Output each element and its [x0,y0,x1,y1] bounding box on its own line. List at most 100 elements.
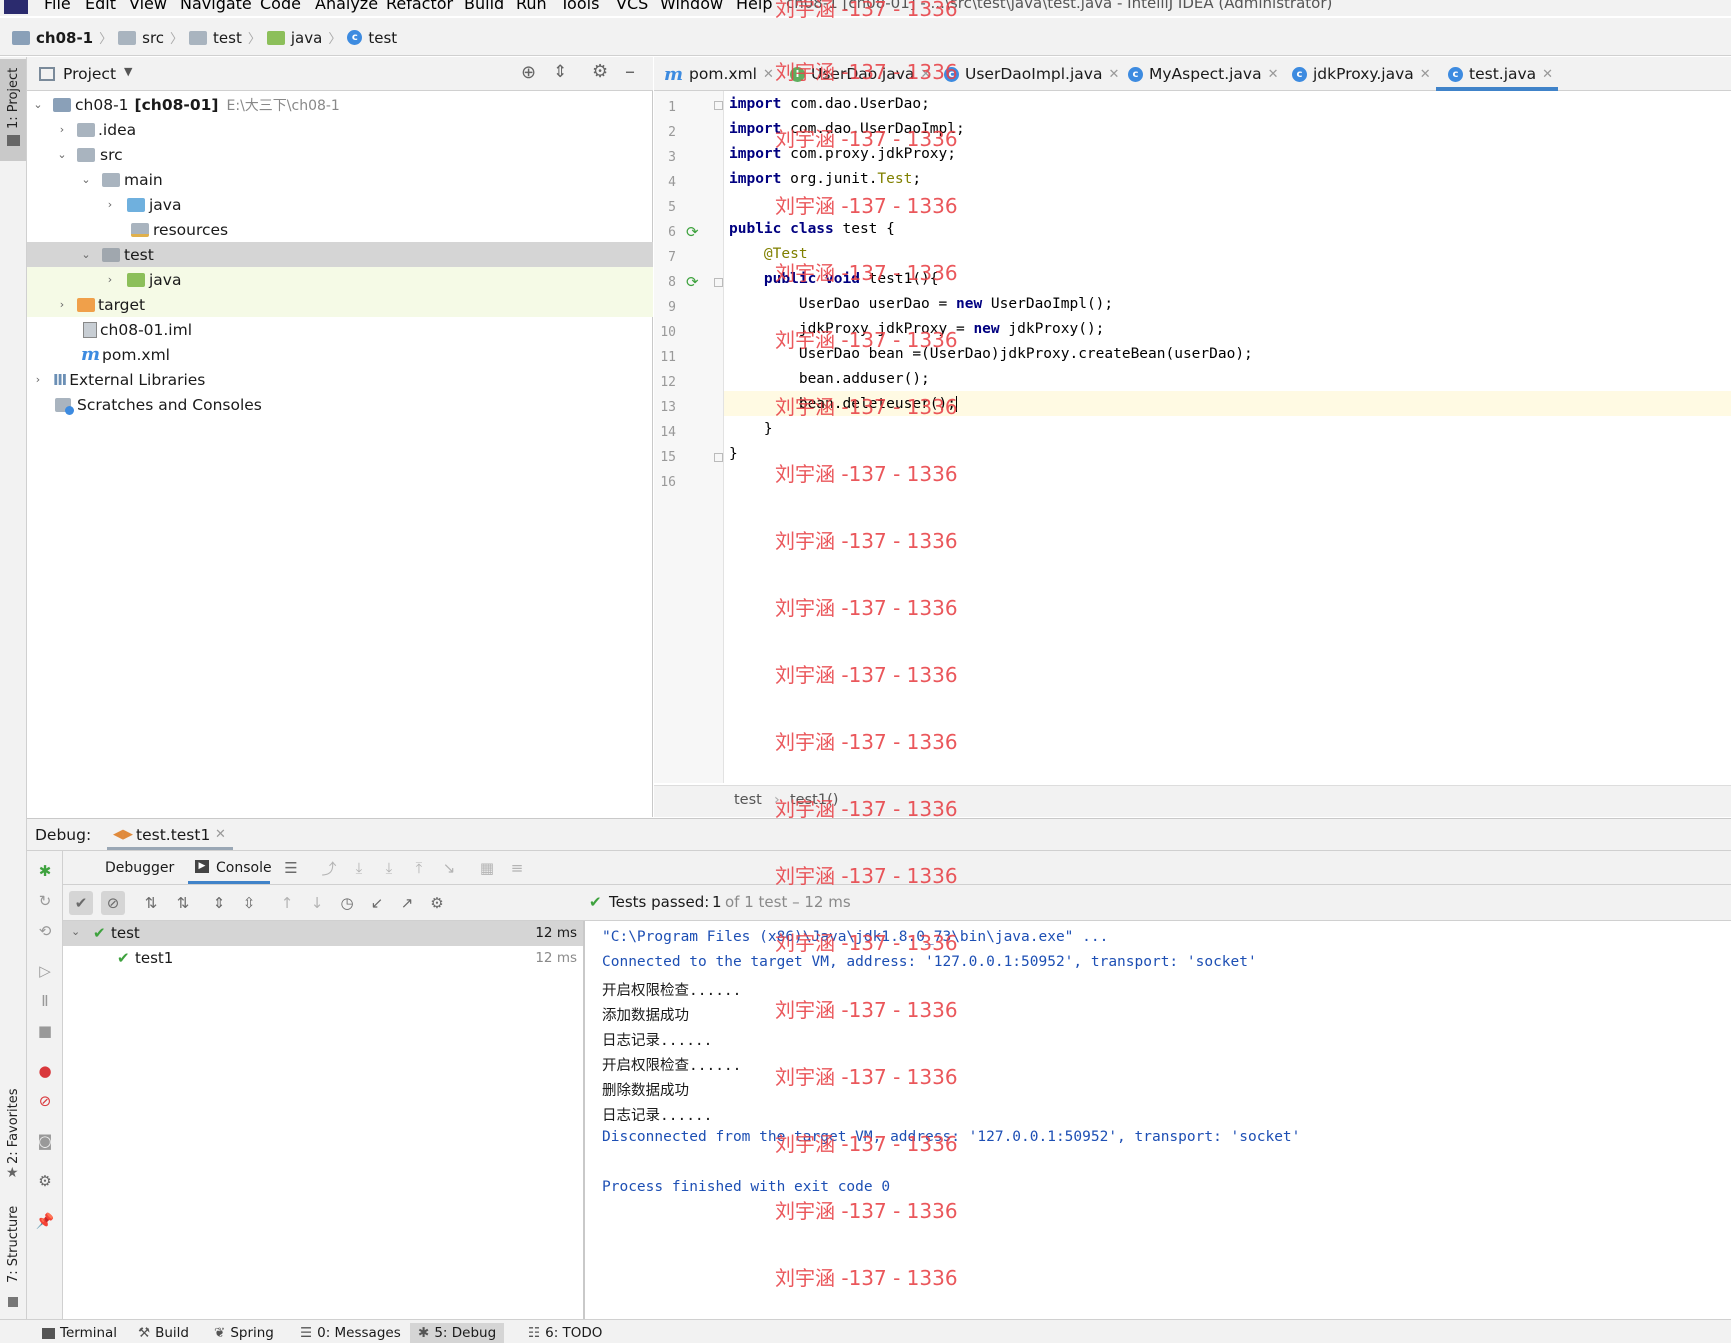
close-icon[interactable]: ✕ [763,67,774,82]
project-view-selector[interactable]: Project [63,65,116,83]
collapse-all-icon[interactable]: ⇕ [553,62,567,82]
favorites-tool-label[interactable]: 2: Favorites [6,1088,21,1164]
tab-userdao[interactable]: I UserDao.java ✕ [790,63,931,85]
breadcrumb-java[interactable]: java [291,29,322,47]
chevron-right-icon[interactable]: › [55,123,69,137]
mute-breakpoints-icon[interactable]: ⊘ [33,1089,57,1113]
code-line-14[interactable]: } [729,421,773,437]
pause-icon[interactable]: Ⅱ [33,989,57,1013]
breadcrumb-src[interactable]: src [142,29,164,47]
code-line-7[interactable]: @Test [729,246,808,262]
minimize-icon[interactable]: – [625,59,635,83]
chevron-right-icon[interactable]: › [103,198,117,212]
sort-duration-icon[interactable]: ⇅ [171,891,195,915]
code-line-15[interactable]: } [729,446,738,462]
step-into-icon[interactable]: ⤓ [377,856,401,880]
tree-item-resources[interactable]: resources [27,217,653,242]
code-line-12[interactable]: bean.adduser(); [729,371,930,387]
code-line-1[interactable]: import com.dao.UserDao; [729,96,930,112]
tab-userdaoimpl[interactable]: c UserDaoImpl.java ✕ [944,63,1119,85]
view-breakpoints-icon[interactable]: ● [33,1059,57,1083]
previous-failed-icon[interactable]: ↑ [275,891,299,915]
tree-item-main-java[interactable]: › java [27,192,653,217]
menu-run[interactable]: Run [516,0,547,13]
code-line-10[interactable]: jdkProxy jdkProxy = new jdkProxy(); [729,321,1105,337]
chevron-right-icon[interactable]: › [31,373,45,387]
code-line-3[interactable]: import com.proxy.jdkProxy; [729,146,956,162]
export-tests-icon[interactable]: ↗ [395,891,419,915]
tree-item-iml[interactable]: ch08-01.iml [27,317,653,342]
fold-icon[interactable] [714,101,723,110]
run-test-icon[interactable]: ⟳ [686,273,699,291]
tree-item-target[interactable]: › target [27,292,653,317]
close-icon[interactable]: ✕ [1542,67,1553,82]
close-icon[interactable]: ✕ [1108,67,1119,82]
gear-icon[interactable]: ⚙ [592,61,608,82]
console-output[interactable]: "C:\Program Files (x86)\Java\jdk1.8.0_73… [587,921,1731,1320]
tab-test-java[interactable]: c test.java ✕ [1448,63,1553,85]
collapse-all-icon[interactable]: ⇳ [237,891,261,915]
menu-refactor[interactable]: Refactor [386,0,453,13]
tab-debugger[interactable]: Debugger [105,860,174,876]
run-test-icon[interactable]: ⟳ [686,223,699,241]
test-row-test1[interactable]: ✔ test1 12 ms [63,946,583,971]
pin-icon[interactable]: 📌 [33,1209,57,1233]
menu-build[interactable]: Build [464,0,504,13]
menu-window[interactable]: Window [660,0,723,13]
rerun-icon[interactable]: ↻ [33,889,57,913]
build-tool-button[interactable]: ⚒ Build [130,1323,197,1343]
structure-tool-label[interactable]: 7: Structure [6,1206,21,1283]
step-over-icon[interactable]: ⤓ [347,856,371,880]
evaluate-icon[interactable]: ▦ [475,856,499,880]
menu-help[interactable]: Help [736,0,772,13]
test-row-test[interactable]: ⌄ ✔ test 12 ms [63,921,583,946]
restore-layout-icon[interactable]: ⟲ [33,919,57,943]
close-icon[interactable]: ✕ [1420,67,1431,82]
tab-pom-xml[interactable]: m pom.xml ✕ [664,63,774,85]
history-icon[interactable]: ◷ [335,891,359,915]
chevron-down-icon[interactable]: ⌄ [79,248,93,262]
tree-item-pom[interactable]: m pom.xml [27,342,653,367]
menu-icon[interactable]: ☰ [279,856,303,880]
menu-analyze[interactable]: Analyze [315,0,378,13]
show-ignored-toggle-icon[interactable]: ⊘ [101,891,125,915]
footer-class-crumb[interactable]: test [734,792,762,808]
menu-navigate[interactable]: Navigate [180,0,252,13]
tree-item-external-libraries[interactable]: › Ⅲ External Libraries [27,367,653,392]
code-line-2[interactable]: import com.dao.UserDaoImpl; [729,121,965,137]
tree-item-idea[interactable]: › .idea [27,117,653,142]
menu-tools[interactable]: Tools [560,0,599,13]
menu-view[interactable]: View [129,0,167,13]
project-tool-label[interactable]: 1: Project [6,68,21,129]
code-line-9[interactable]: UserDao userDao = new UserDaoImpl(); [729,296,1113,312]
camera-icon[interactable]: ◙ [33,1129,57,1153]
spring-tool-button[interactable]: ❦ Spring [206,1323,282,1343]
chevron-down-icon[interactable]: ⌄ [71,925,80,938]
tree-item-scratches[interactable]: Scratches and Consoles [27,392,653,417]
menu-vcs[interactable]: VCS [616,0,648,13]
tab-myaspect[interactable]: c MyAspect.java ✕ [1128,63,1279,85]
tree-item-src[interactable]: ⌄ src [27,142,653,167]
messages-tool-button[interactable]: ☰ 0: Messages [292,1323,409,1343]
stop-icon[interactable]: ■ [33,1019,57,1043]
code-line-6[interactable]: public class test { [729,221,895,237]
code-line-13[interactable]: bean.deleteuser(); [729,396,966,412]
tree-item-main[interactable]: ⌄ main [27,167,653,192]
expand-all-icon[interactable]: ⇕ [207,891,231,915]
footer-method-crumb[interactable]: test1() [790,792,838,808]
chevron-right-icon[interactable]: › [103,273,117,287]
tree-item-test[interactable]: ⌄ test [27,242,653,267]
tree-item-test-java[interactable]: › java [27,267,653,292]
debug-tool-button[interactable]: ✱ 5: Debug [410,1323,505,1343]
fold-icon[interactable] [714,278,723,287]
settings-icon[interactable]: ⚙ [33,1169,57,1193]
show-execution-point-icon[interactable]: ⤴ [317,856,341,880]
close-icon[interactable]: ✕ [215,827,226,842]
import-tests-icon[interactable]: ↙ [365,891,389,915]
todo-tool-button[interactable]: ☷ 6: TODO [520,1323,610,1343]
resume-icon[interactable]: ▷ [33,959,57,983]
tab-jdkproxy[interactable]: c jdkProxy.java ✕ [1292,63,1431,85]
run-to-cursor-icon[interactable]: ↘ [437,856,461,880]
tree-item-project-root[interactable]: ⌄ ch08-1 [ch08-01] E:\大三下\ch08-1 [27,92,653,117]
close-icon[interactable]: ✕ [1268,67,1279,82]
